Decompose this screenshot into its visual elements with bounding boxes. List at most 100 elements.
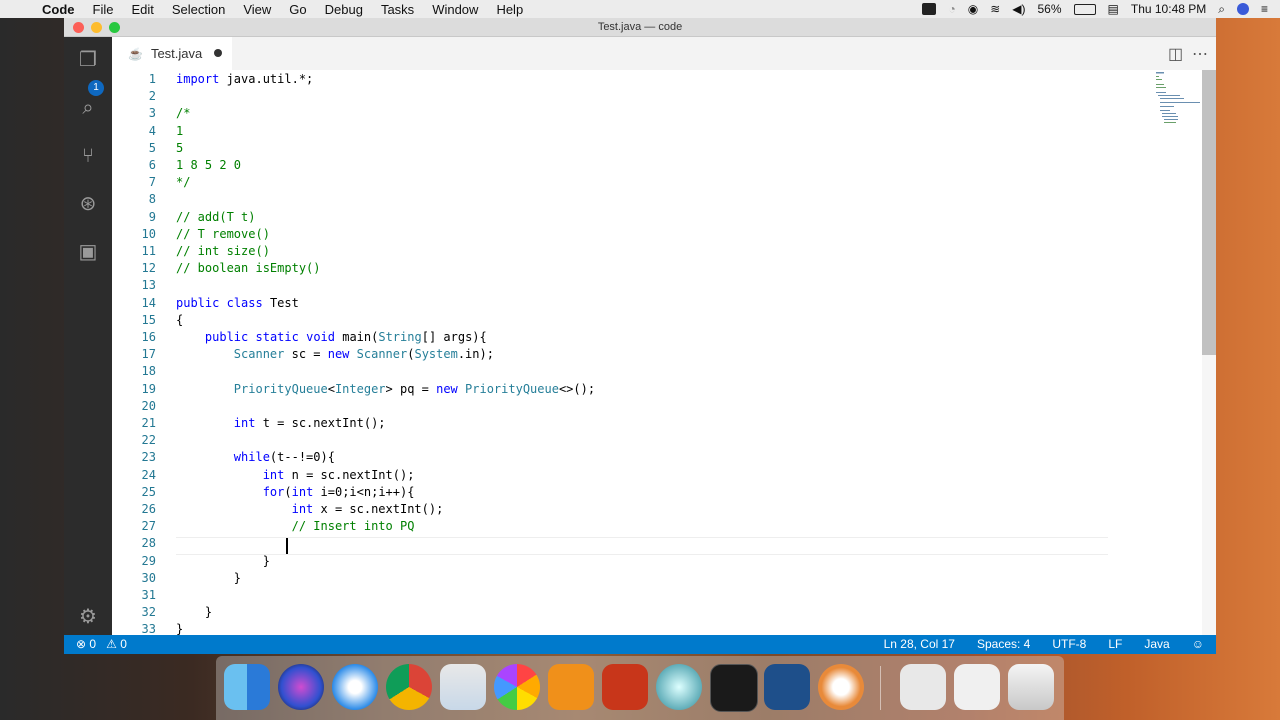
language-mode[interactable]: Java xyxy=(1144,637,1169,651)
chrome-window-icon[interactable] xyxy=(954,664,1000,710)
menu-help[interactable]: Help xyxy=(487,2,532,17)
flower-app-icon[interactable] xyxy=(818,664,864,710)
menu-window[interactable]: Window xyxy=(423,2,487,17)
code-line[interactable]: 33} xyxy=(112,621,1152,635)
menu-file[interactable]: File xyxy=(84,2,123,17)
code-line[interactable]: 16 public static void main(String[] args… xyxy=(112,329,1152,346)
code-line[interactable]: 32 } xyxy=(112,604,1152,621)
code-line[interactable]: 15 { xyxy=(112,312,1152,329)
ibooks-icon[interactable] xyxy=(548,664,594,710)
code-line[interactable]: 30 } xyxy=(112,570,1152,587)
code-line[interactable]: 13 xyxy=(112,277,1152,294)
code-line[interactable]: 2 xyxy=(112,88,1152,105)
terminal-icon[interactable] xyxy=(710,664,758,712)
siri-menu-icon[interactable] xyxy=(1236,3,1249,15)
line-number: 22 xyxy=(141,433,156,448)
code-line[interactable]: 55 xyxy=(112,140,1152,157)
menu-app-name[interactable]: Code xyxy=(40,2,84,17)
finder-icon[interactable] xyxy=(224,664,270,710)
line-number: 26 xyxy=(141,502,156,516)
code-line[interactable]: 28 xyxy=(112,535,1152,552)
debug-icon[interactable]: ⊛ xyxy=(76,192,100,216)
spotlight-icon[interactable]: ⌕ xyxy=(1218,2,1225,17)
code-line[interactable]: 23 while(t--!=0){ xyxy=(112,449,1152,466)
line-text: 5 xyxy=(176,140,184,155)
code-line[interactable]: 19 PriorityQueue<Integer> pq = new Prior… xyxy=(112,381,1152,398)
end-of-line[interactable]: LF xyxy=(1108,637,1122,651)
code-line[interactable]: 8 xyxy=(112,191,1152,208)
code-line[interactable]: 41 xyxy=(112,123,1152,140)
cursor-position[interactable]: Ln 28, Col 17 xyxy=(884,637,955,651)
split-editor-icon[interactable]: ◫ xyxy=(1168,44,1183,64)
encoding[interactable]: UTF-8 xyxy=(1052,637,1086,651)
line-text: } xyxy=(176,553,270,568)
display-icon[interactable]: ▤ xyxy=(1108,2,1119,16)
battery-icon[interactable] xyxy=(1073,3,1096,15)
menu-edit[interactable]: Edit xyxy=(122,2,162,17)
vpn-icon[interactable]: ◉ xyxy=(968,2,978,16)
menu-tasks[interactable]: Tasks xyxy=(372,2,423,17)
code-line[interactable]: 24 int n = sc.nextInt(); xyxy=(112,467,1152,484)
menu-debug[interactable]: Debug xyxy=(316,2,372,17)
feedback-smiley-icon[interactable]: ☺ xyxy=(1192,637,1204,651)
indentation[interactable]: Spaces: 4 xyxy=(977,637,1030,651)
clock[interactable]: Thu 10:48 PM xyxy=(1131,2,1206,16)
line-number: 17 xyxy=(141,347,156,362)
explorer-icon[interactable]: ❐ xyxy=(76,48,100,72)
code-line[interactable]: 20 xyxy=(112,398,1152,415)
code-line[interactable]: 6 1 8 5 2 0 xyxy=(112,157,1152,174)
safari-icon[interactable] xyxy=(332,664,378,710)
settings-gear-icon[interactable]: ⚙ xyxy=(76,605,100,629)
volume-icon[interactable]: ◀) xyxy=(1012,2,1025,16)
code-line[interactable]: 29 } xyxy=(112,553,1152,570)
network-icon[interactable] xyxy=(656,664,702,710)
code-line[interactable]: 18 xyxy=(112,363,1152,380)
notification-center-icon[interactable]: ≡ xyxy=(1261,2,1268,16)
code-line[interactable]: 3 /* xyxy=(112,105,1152,122)
chrome-icon[interactable] xyxy=(386,664,432,710)
code-line[interactable]: 22 xyxy=(112,432,1152,449)
code-line[interactable]: 9 // add(T t) xyxy=(112,209,1152,226)
extensions-icon[interactable]: ▣ xyxy=(76,240,100,264)
menu-view[interactable]: View xyxy=(234,2,280,17)
powerpoint-icon[interactable] xyxy=(602,664,648,710)
siri-icon[interactable] xyxy=(278,664,324,710)
trash-icon[interactable] xyxy=(1008,664,1054,710)
vscode-icon[interactable] xyxy=(764,664,810,710)
search-icon[interactable]: ⌕ xyxy=(76,96,100,120)
code-editor[interactable]: 1 import java.util.*; 2 3/* 4 1 5 5 6 1 8 5 2 0 7 *… xyxy=(112,70,1216,635)
code-line[interactable]: 21 int t = sc.nextInt(); xyxy=(112,415,1152,432)
app-status-icon[interactable] xyxy=(922,3,937,15)
problems-indicator[interactable]: ⊗ 0 ⚠ 0 xyxy=(76,637,127,651)
wifi-icon[interactable]: ≋ xyxy=(990,2,1000,16)
menu-selection[interactable]: Selection xyxy=(163,2,234,17)
more-actions-icon[interactable]: ⋯ xyxy=(1192,44,1208,64)
source-control-icon[interactable]: ⑂ xyxy=(76,144,100,168)
warning-count: 0 xyxy=(120,637,127,651)
photos-icon[interactable] xyxy=(494,664,540,710)
minimap[interactable] xyxy=(1152,70,1202,130)
line-number: 14 xyxy=(141,295,156,310)
code-line[interactable]: 17 Scanner sc = new Scanner(System.in); xyxy=(112,346,1152,363)
scrollbar-thumb[interactable] xyxy=(1202,70,1216,355)
documents-icon[interactable] xyxy=(900,664,946,710)
code-line[interactable]: 27 // Insert into PQ xyxy=(112,518,1152,535)
code-line[interactable]: 12 // boolean isEmpty() xyxy=(112,260,1152,277)
timemachine-icon[interactable]: ◔ xyxy=(948,2,955,16)
code-line[interactable]: 25 for(int i=0;i<n;i++){ xyxy=(112,484,1152,501)
code-line[interactable]: 1 import java.util.*; xyxy=(112,71,1152,88)
line-number: 5 xyxy=(148,140,156,155)
code-line[interactable]: 11 // int size() xyxy=(112,243,1152,260)
unsaved-dot-icon[interactable] xyxy=(214,49,222,57)
line-text: public class Test xyxy=(176,295,299,310)
code-line[interactable]: 7 */ xyxy=(112,174,1152,191)
line-number: 1 xyxy=(148,72,156,86)
code-line[interactable]: 31 xyxy=(112,587,1152,604)
menu-go[interactable]: Go xyxy=(280,2,315,17)
battery-percent[interactable]: 56% xyxy=(1038,2,1062,16)
code-line[interactable]: 14 public class Test xyxy=(112,295,1152,312)
tab-test-java[interactable]: ☕ Test.java xyxy=(112,37,232,70)
code-line[interactable]: 26 int x = sc.nextInt(); xyxy=(112,501,1152,518)
code-line[interactable]: 10 // T remove() xyxy=(112,226,1152,243)
preview-icon[interactable] xyxy=(440,664,486,710)
